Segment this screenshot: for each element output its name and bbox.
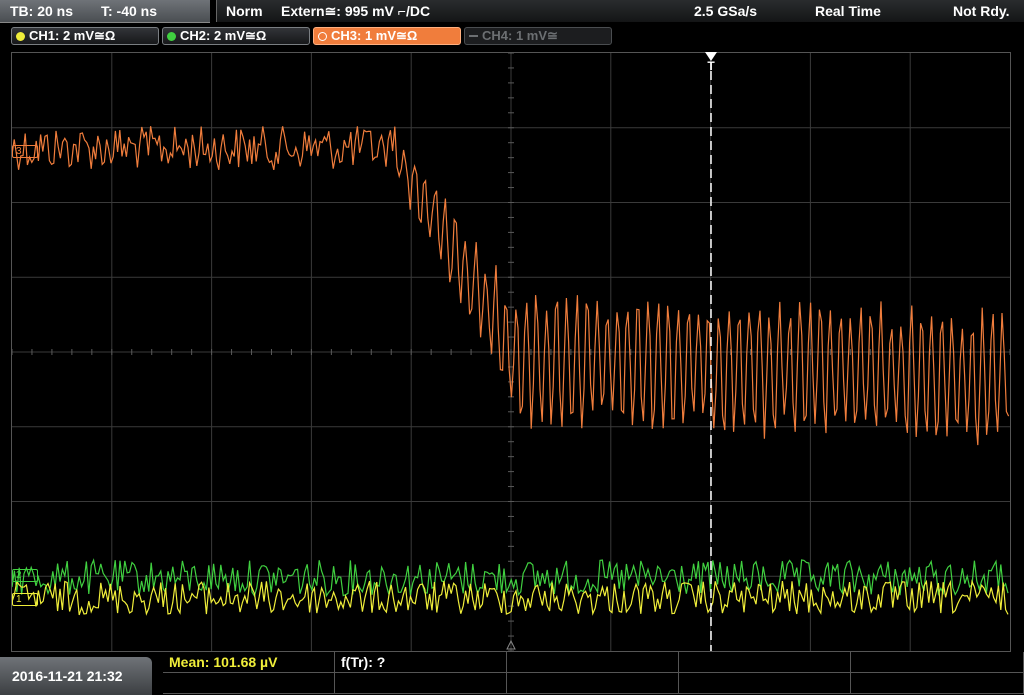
channel-1-tab[interactable]: CH1: 2 mV≅Ω — [11, 27, 159, 45]
trigger-mode: Norm — [226, 3, 263, 19]
channel-4-off-icon — [469, 35, 478, 37]
channel-3-dot-icon — [318, 32, 327, 41]
acquisition-mode: Real Time — [815, 3, 881, 19]
channel-3-offset-marker[interactable]: 3 — [12, 145, 38, 158]
measurement-slot-4 — [679, 652, 851, 673]
mean-measurement: Mean: 101.68 µV — [163, 652, 335, 673]
channel-3-tab[interactable]: CH3: 1 mV≅Ω — [313, 27, 461, 45]
trigger-marker-label: T — [707, 59, 715, 73]
measurement-slot-9 — [679, 673, 851, 694]
trigger-position-value: T: -40 ns — [101, 3, 158, 19]
channel-3-label: CH3: 1 mV≅Ω — [331, 28, 418, 43]
channel-4-tab[interactable]: CH4: 1 mV≅ — [464, 27, 612, 45]
measurement-slot-6 — [163, 673, 335, 694]
timebase-value: TB: 20 ns — [10, 3, 74, 19]
channel-3-marker-label: 3 — [16, 146, 22, 157]
channel-1-offset-marker[interactable]: 1 — [12, 593, 38, 606]
channel-1-label: CH1: 2 mV≅Ω — [29, 28, 116, 43]
measurement-slot-10 — [851, 673, 1024, 694]
channel-1-dot-icon — [16, 32, 25, 41]
waveform-display[interactable] — [11, 52, 1011, 652]
status-bar: TB: 20 ns T: -40 ns Norm Extern≅: 995 mV… — [0, 0, 1024, 24]
waveform-svg — [12, 53, 1010, 651]
acquisition-status[interactable]: Norm Extern≅: 995 mV ⌐/DC 2.5 GSa/s Real… — [216, 0, 1024, 22]
channel-4-label: CH4: 1 mV≅ — [482, 28, 558, 43]
channel-tabs: CH1: 2 mV≅Ω CH2: 2 mV≅Ω CH3: 1 mV≅Ω CH4:… — [0, 26, 1024, 48]
measurement-slot-5 — [851, 652, 1024, 673]
trigger-position-marker[interactable]: T — [704, 52, 718, 74]
datetime-box[interactable]: 2016-11-21 21:32 — [0, 657, 152, 695]
measurement-slot-3 — [507, 652, 679, 673]
trigger-source: Extern≅: 995 mV ⌐/DC — [281, 3, 431, 19]
channel-2-dot-icon — [167, 32, 176, 41]
channel-2-marker-label: 2 — [16, 570, 22, 581]
channel-1-waveform — [12, 579, 1009, 616]
graticule — [12, 53, 1010, 651]
measurement-panel[interactable]: Mean: 101.68 µV f(Tr): ? — [163, 652, 1024, 695]
ready-status: Not Rdy. — [953, 3, 1010, 19]
channel-2-label: CH2: 2 mV≅Ω — [180, 28, 267, 43]
measurement-slot-7 — [335, 673, 507, 694]
channel-1-marker-label: 1 — [16, 594, 22, 605]
channel-2-tab[interactable]: CH2: 2 mV≅Ω — [162, 27, 310, 45]
measurement-slot-8 — [507, 673, 679, 694]
ftr-measurement: f(Tr): ? — [335, 652, 507, 673]
channel-2-offset-marker[interactable]: 2 — [12, 569, 38, 582]
datetime-value: 2016-11-21 21:32 — [12, 668, 123, 684]
sample-rate: 2.5 GSa/s — [694, 3, 758, 19]
timebase-box[interactable]: TB: 20 ns T: -40 ns — [0, 0, 210, 23]
bottom-bar: 2016-11-21 21:32 Mean: 101.68 µV f(Tr): … — [0, 652, 1024, 695]
